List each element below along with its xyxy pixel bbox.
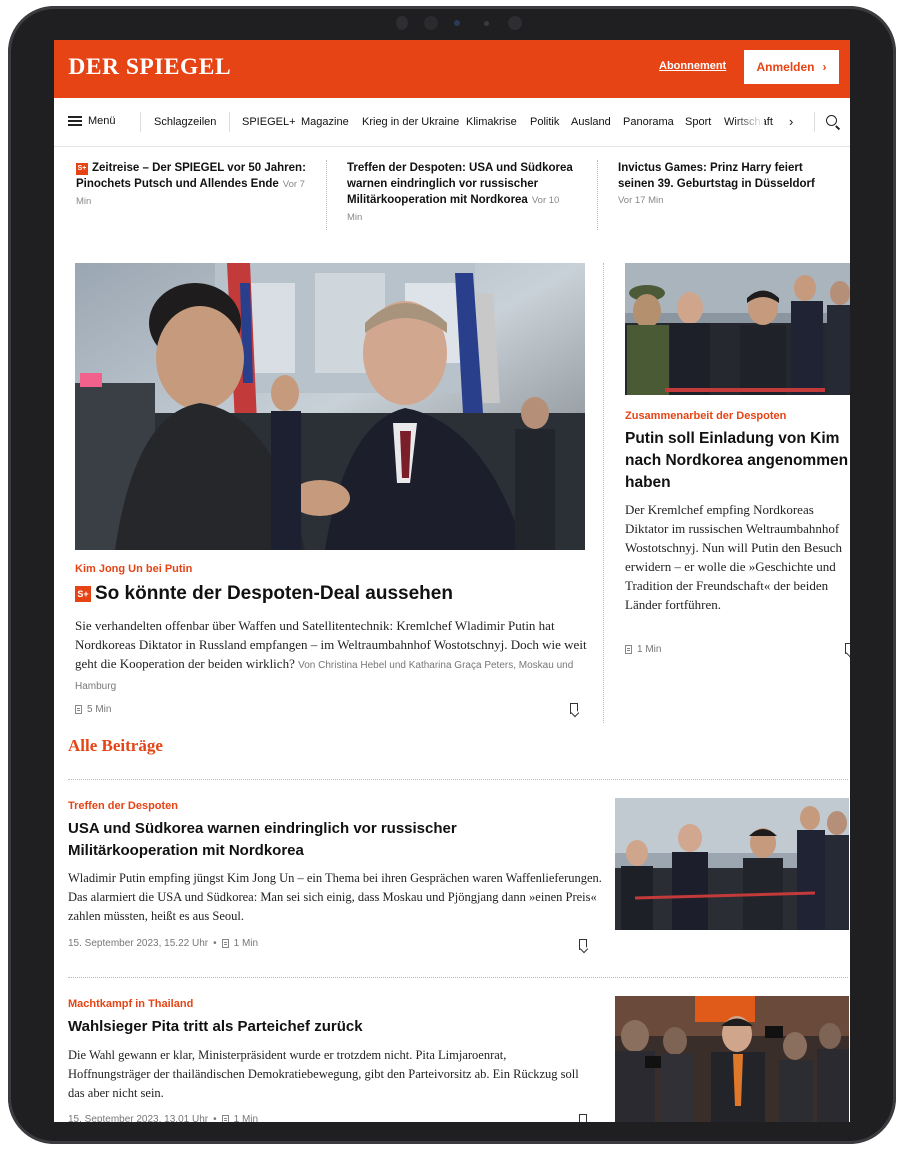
login-button[interactable]: Anmelden ›: [744, 50, 839, 84]
nav-divider: [814, 112, 815, 132]
bookmark-icon[interactable]: [579, 939, 587, 950]
nav-divider: [140, 112, 141, 132]
nav-item-spiegel-plus[interactable]: SPIEGEL+: [242, 116, 296, 128]
section-divider: [68, 779, 848, 780]
lead-headline[interactable]: S+ So könnte der Despoten-Deal aussehen: [75, 583, 453, 605]
camera-dot: [508, 16, 522, 30]
nav-item-ausland[interactable]: Ausland: [571, 116, 611, 128]
camera-lens: [424, 16, 438, 30]
site-header: DER SPIEGEL Abonnement Anmelden ›: [54, 40, 850, 98]
section-title: Alle Beiträge: [68, 736, 163, 755]
login-button-label: Anmelden: [756, 60, 815, 74]
chevron-right-icon: ›: [822, 60, 827, 74]
article-body: Die Wahl gewann er klar, Ministerpräside…: [68, 1048, 579, 1100]
teaser-time: Vor 17 Min: [618, 195, 664, 206]
site-logo[interactable]: DER SPIEGEL: [68, 54, 231, 80]
hamburger-icon: [68, 116, 82, 126]
side-article-image[interactable]: [625, 263, 850, 395]
side-kicker[interactable]: Zusammenarbeit der Despoten: [625, 410, 786, 422]
article-image[interactable]: [615, 798, 849, 930]
reading-time-icon: [625, 645, 632, 654]
camera-sensor: [454, 20, 460, 26]
search-icon[interactable]: [826, 115, 837, 126]
menu-button[interactable]: Menü: [68, 115, 116, 127]
read-time-value: 1 Min: [233, 938, 259, 949]
column-divider: [326, 160, 327, 230]
reading-time-icon: [221, 939, 229, 948]
spiegel-plus-badge: S+: [75, 586, 91, 602]
nav-item-ukraine[interactable]: Krieg in der Ukraine: [362, 116, 459, 128]
lead-article-image[interactable]: [75, 263, 585, 550]
article-meta: 15. September 2023, 15.22 Uhr • 1 Min: [68, 938, 258, 949]
read-time-value: 5 Min: [87, 704, 112, 715]
column-divider: [603, 263, 604, 723]
nav-item-panorama[interactable]: Panorama: [623, 116, 674, 128]
top-teaser[interactable]: Invictus Games: Prinz Harry feiert seine…: [618, 160, 838, 209]
nav-item-schlagzeilen[interactable]: Schlagzeilen: [154, 116, 216, 128]
nav-item-klimakrise[interactable]: Klimakrise: [466, 116, 517, 128]
column-divider: [597, 160, 598, 230]
teaser-text: Zeitreise – Der SPIEGEL vor 50 Jahren: P…: [76, 162, 306, 190]
article-divider: [68, 977, 848, 978]
article-date: 15. September 2023, 15.22 Uhr: [68, 938, 209, 949]
browser-screen: DER SPIEGEL Abonnement Anmelden › Menü S…: [54, 40, 850, 1122]
subscription-link[interactable]: Abonnement: [659, 60, 726, 72]
lead-kicker[interactable]: Kim Jong Un bei Putin: [75, 563, 192, 575]
nav-fade: [734, 108, 764, 138]
side-body: Der Kremlchef empfing Nordkoreas Diktato…: [625, 502, 843, 612]
meta-separator: •: [213, 938, 217, 949]
side-read-time: 1 Min: [625, 644, 661, 655]
article-headline[interactable]: Wahlsieger Pita tritt als Parteichef zur…: [68, 1016, 508, 1038]
bookmark-icon[interactable]: [845, 643, 850, 654]
bookmark-icon[interactable]: [579, 1114, 587, 1122]
article-kicker[interactable]: Machtkampf in Thailand: [68, 998, 193, 1010]
reading-time-icon: [75, 705, 82, 714]
lead-headline-text: So könnte der Despoten-Deal aussehen: [95, 583, 453, 604]
article-meta: 15. September 2023, 13.01 Uhr • 1 Min: [68, 1114, 258, 1122]
top-teaser[interactable]: S+ Zeitreise – Der SPIEGEL vor 50 Jahren:…: [76, 160, 316, 210]
spiegel-plus-badge: S+: [76, 163, 88, 175]
tablet-frame: DER SPIEGEL Abonnement Anmelden › Menü S…: [8, 6, 896, 1144]
article-body: Wladimir Putin empfing jüngst Kim Jong U…: [68, 871, 602, 923]
article-date: 15. September 2023, 13.01 Uhr: [68, 1114, 209, 1122]
bookmark-icon[interactable]: [570, 703, 578, 714]
side-headline[interactable]: Putin soll Einladung von Kim nach Nordko…: [625, 428, 850, 494]
nav-divider: [229, 112, 230, 132]
meta-separator: •: [213, 1114, 217, 1122]
lead-teaser-text: Sie verhandelten offenbar über Waffen un…: [75, 616, 587, 696]
top-teaser[interactable]: Treffen der Despoten: USA und Südkorea w…: [347, 160, 577, 226]
read-time-value: 1 Min: [233, 1114, 259, 1122]
nav-item-magazine[interactable]: Magazine: [301, 116, 349, 128]
teaser-text: Invictus Games: Prinz Harry feiert seine…: [618, 162, 815, 190]
chevron-right-icon[interactable]: ›: [789, 114, 793, 129]
reading-time-icon: [221, 1115, 229, 1122]
nav-item-sport[interactable]: Sport: [685, 116, 711, 128]
article-image[interactable]: [615, 996, 849, 1122]
menu-label: Menü: [88, 115, 116, 127]
article-kicker[interactable]: Treffen der Despoten: [68, 800, 178, 812]
main-navigation: Menü Schlagzeilen SPIEGEL+ Magazine Krie…: [54, 98, 850, 147]
read-time-value: 1 Min: [637, 644, 662, 655]
camera-dot: [484, 21, 489, 26]
nav-item-politik[interactable]: Politik: [530, 116, 559, 128]
lead-read-time: 5 Min: [75, 704, 111, 715]
camera-dot: [396, 16, 408, 30]
article-headline[interactable]: USA und Südkorea warnen eindringlich vor…: [68, 818, 508, 862]
